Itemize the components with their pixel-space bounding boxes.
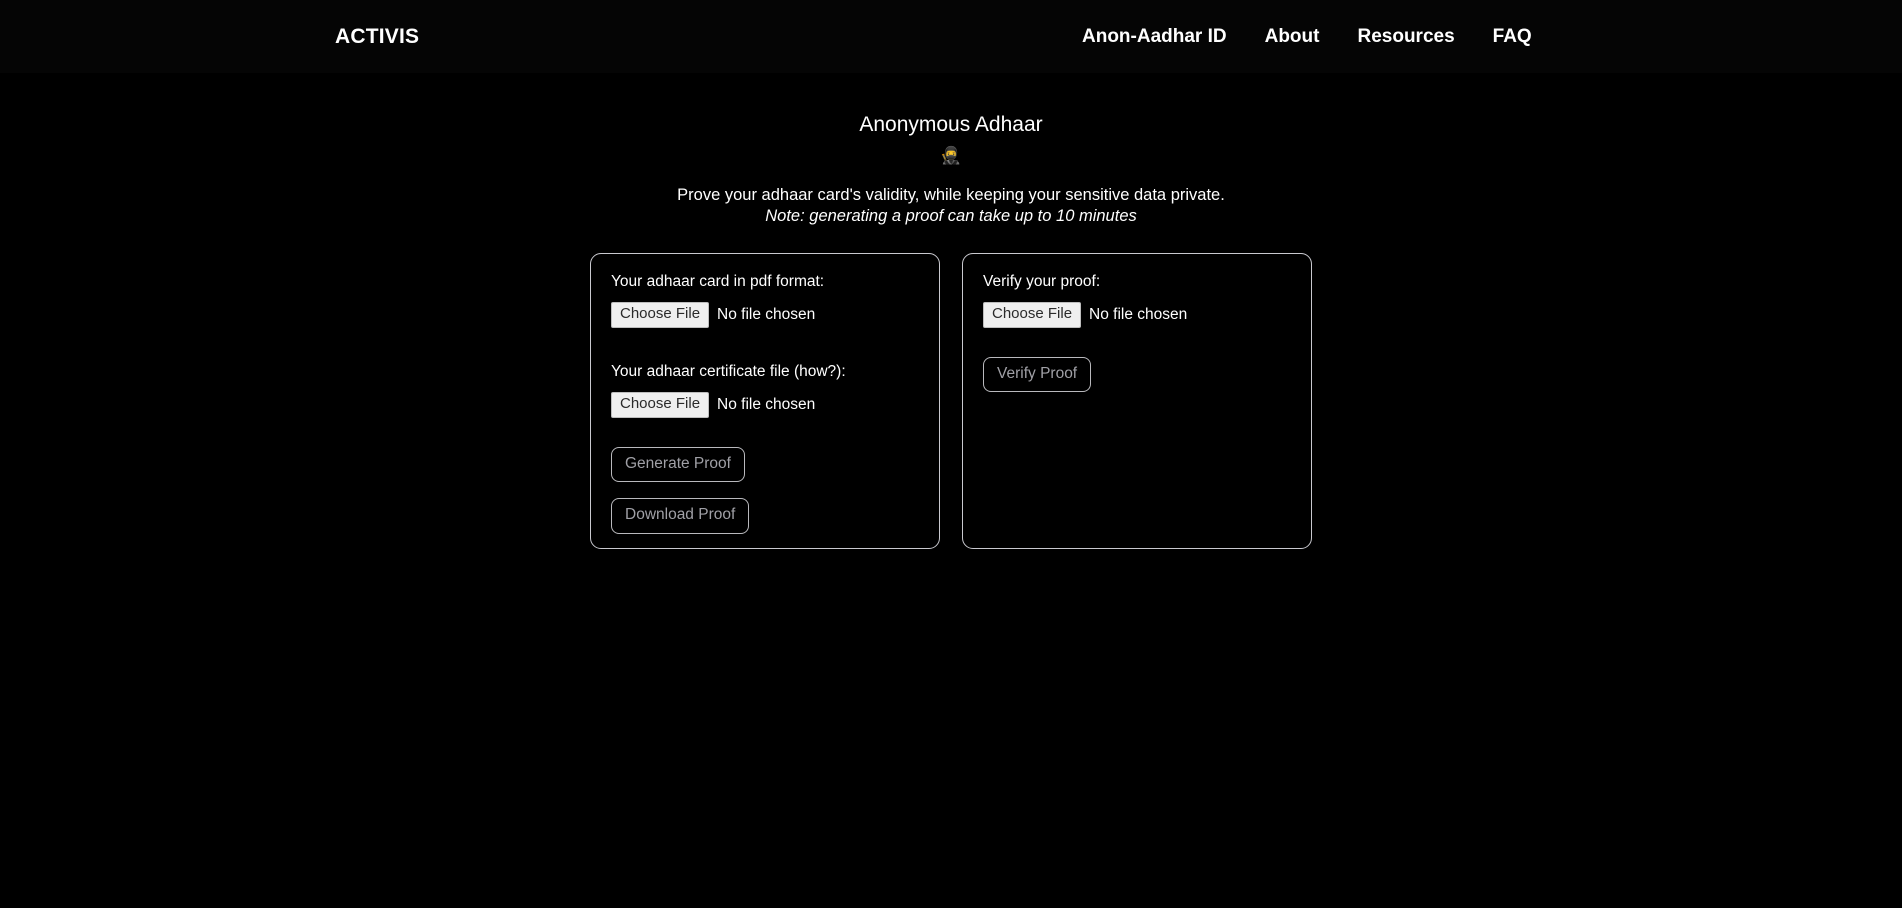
verify-proof-choose-file-button[interactable]: Choose File — [983, 301, 1082, 328]
verify-proof-label: Verify your proof: — [983, 272, 1101, 290]
nav-link-faq[interactable]: FAQ — [1493, 26, 1532, 47]
top-navbar: ACTIVIS Anon-Aadhar ID About Resources F… — [0, 0, 1902, 73]
adhaar-certificate-label: Your adhaar certificate file (how?): — [611, 362, 846, 380]
nav-links: Anon-Aadhar ID About Resources FAQ — [1082, 27, 1532, 47]
verify-proof-button[interactable]: Verify Proof — [983, 356, 1092, 393]
nav-link-resources[interactable]: Resources — [1357, 26, 1454, 47]
adhaar-pdf-choose-file-button[interactable]: Choose File — [611, 301, 710, 328]
hero-section: Anonymous Adhaar 🥷 Prove your adhaar car… — [0, 73, 1902, 228]
page-title: Anonymous Adhaar — [859, 113, 1043, 136]
nav-link-anon-aadhar-id[interactable]: Anon-Aadhar ID — [1082, 26, 1227, 47]
adhaar-certificate-file-input[interactable]: Choose File No file chosen — [611, 392, 919, 418]
nav-item-resources[interactable]: Resources — [1357, 27, 1454, 47]
generate-proof-button[interactable]: Generate Proof — [611, 446, 745, 483]
nav-item-faq[interactable]: FAQ — [1493, 27, 1532, 47]
cards-row: Your adhaar card in pdf format: Choose F… — [0, 252, 1902, 549]
verify-proof-file-input[interactable]: Choose File No file chosen — [983, 301, 1291, 328]
nav-item-about[interactable]: About — [1265, 27, 1320, 47]
adhaar-pdf-file-status: No file chosen — [717, 305, 816, 323]
verify-proof-file-status: No file chosen — [1089, 305, 1188, 323]
verify-proof-card: Verify your proof: Choose File No file c… — [962, 252, 1312, 549]
brand-logo[interactable]: ACTIVIS — [335, 26, 419, 47]
hero-note: Note: generating a proof can take up to … — [765, 207, 1137, 226]
nav-item-anon-aadhar-id[interactable]: Anon-Aadhar ID — [1082, 27, 1227, 47]
adhaar-certificate-file-status: No file chosen — [717, 395, 816, 413]
hero-subtitle: Prove your adhaar card's validity, while… — [677, 186, 1225, 205]
adhaar-certificate-choose-file-button[interactable]: Choose File — [611, 392, 710, 418]
ninja-emoji: 🥷 — [940, 146, 962, 166]
download-proof-button[interactable]: Download Proof — [611, 498, 750, 534]
adhaar-pdf-label: Your adhaar card in pdf format: — [611, 272, 825, 290]
generate-proof-card: Your adhaar card in pdf format: Choose F… — [590, 252, 940, 549]
nav-link-about[interactable]: About — [1265, 26, 1320, 47]
adhaar-pdf-file-input[interactable]: Choose File No file chosen — [611, 301, 919, 328]
